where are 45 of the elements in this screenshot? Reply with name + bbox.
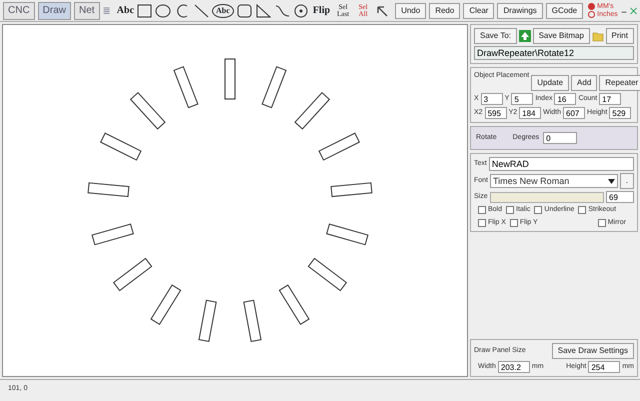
- font-options-button[interactable]: .: [620, 173, 634, 189]
- placement-button[interactable]: Update: [531, 75, 570, 91]
- print-button[interactable]: Print: [606, 28, 634, 44]
- input-field[interactable]: 607: [563, 107, 586, 119]
- rectangle-tool-icon[interactable]: [136, 2, 154, 18]
- width-field[interactable]: 203.2: [498, 361, 530, 373]
- save-bitmap-button[interactable]: Save Bitmap: [532, 28, 590, 44]
- toolbar-button[interactable]: Drawings: [497, 2, 543, 18]
- mode-tab[interactable]: Net: [74, 2, 100, 20]
- save-draw-settings-button[interactable]: Save Draw Settings: [552, 343, 634, 359]
- input-field[interactable]: 17: [599, 93, 622, 105]
- circle-text-tool[interactable]: Abc: [212, 4, 234, 18]
- triangle-tool-icon[interactable]: [254, 2, 272, 18]
- toolbar-button[interactable]: Undo: [395, 2, 426, 18]
- degrees-field[interactable]: 0: [543, 132, 578, 144]
- size-field[interactable]: 69: [606, 191, 634, 203]
- input-field[interactable]: 529: [609, 107, 632, 119]
- input-field[interactable]: 16: [554, 93, 576, 105]
- placement-button[interactable]: Add: [571, 75, 598, 91]
- curve-tool-icon[interactable]: [274, 2, 291, 18]
- pointer-icon[interactable]: [376, 4, 388, 16]
- toolbar-button[interactable]: Redo: [429, 2, 460, 18]
- flip-tool[interactable]: Flip: [312, 3, 330, 18]
- path-field[interactable]: DrawRepeater\Rotate12: [474, 46, 634, 60]
- toolbar-button[interactable]: GCode: [546, 2, 584, 18]
- input-field[interactable]: 5: [511, 93, 534, 105]
- input-field[interactable]: 595: [484, 107, 507, 119]
- input-field[interactable]: 184: [519, 107, 542, 119]
- line-tool-icon[interactable]: [193, 2, 210, 18]
- target-tool-icon[interactable]: [292, 2, 310, 18]
- save-to-button[interactable]: Save To:: [474, 28, 517, 44]
- toolbar-button[interactable]: Clear: [463, 2, 494, 18]
- rounded-rectangle-tool-icon[interactable]: [236, 2, 253, 18]
- dropdown-arrow-icon[interactable]: [608, 178, 615, 184]
- text-field[interactable]: NewRAD: [488, 157, 634, 171]
- font-name: Times New Roman: [493, 176, 570, 186]
- text-tool[interactable]: Abc: [116, 3, 134, 18]
- mode-tab[interactable]: Draw: [38, 2, 72, 20]
- font-dropdown[interactable]: Times New Roman: [490, 174, 618, 188]
- height-field[interactable]: 254: [588, 361, 620, 373]
- ellipse-tool-icon[interactable]: [155, 2, 172, 18]
- input-field[interactable]: 3: [480, 93, 503, 105]
- upload-arrow-icon[interactable]: [518, 30, 531, 42]
- placement-button[interactable]: Repeater: [599, 75, 640, 91]
- mode-tab[interactable]: CNC: [3, 2, 35, 20]
